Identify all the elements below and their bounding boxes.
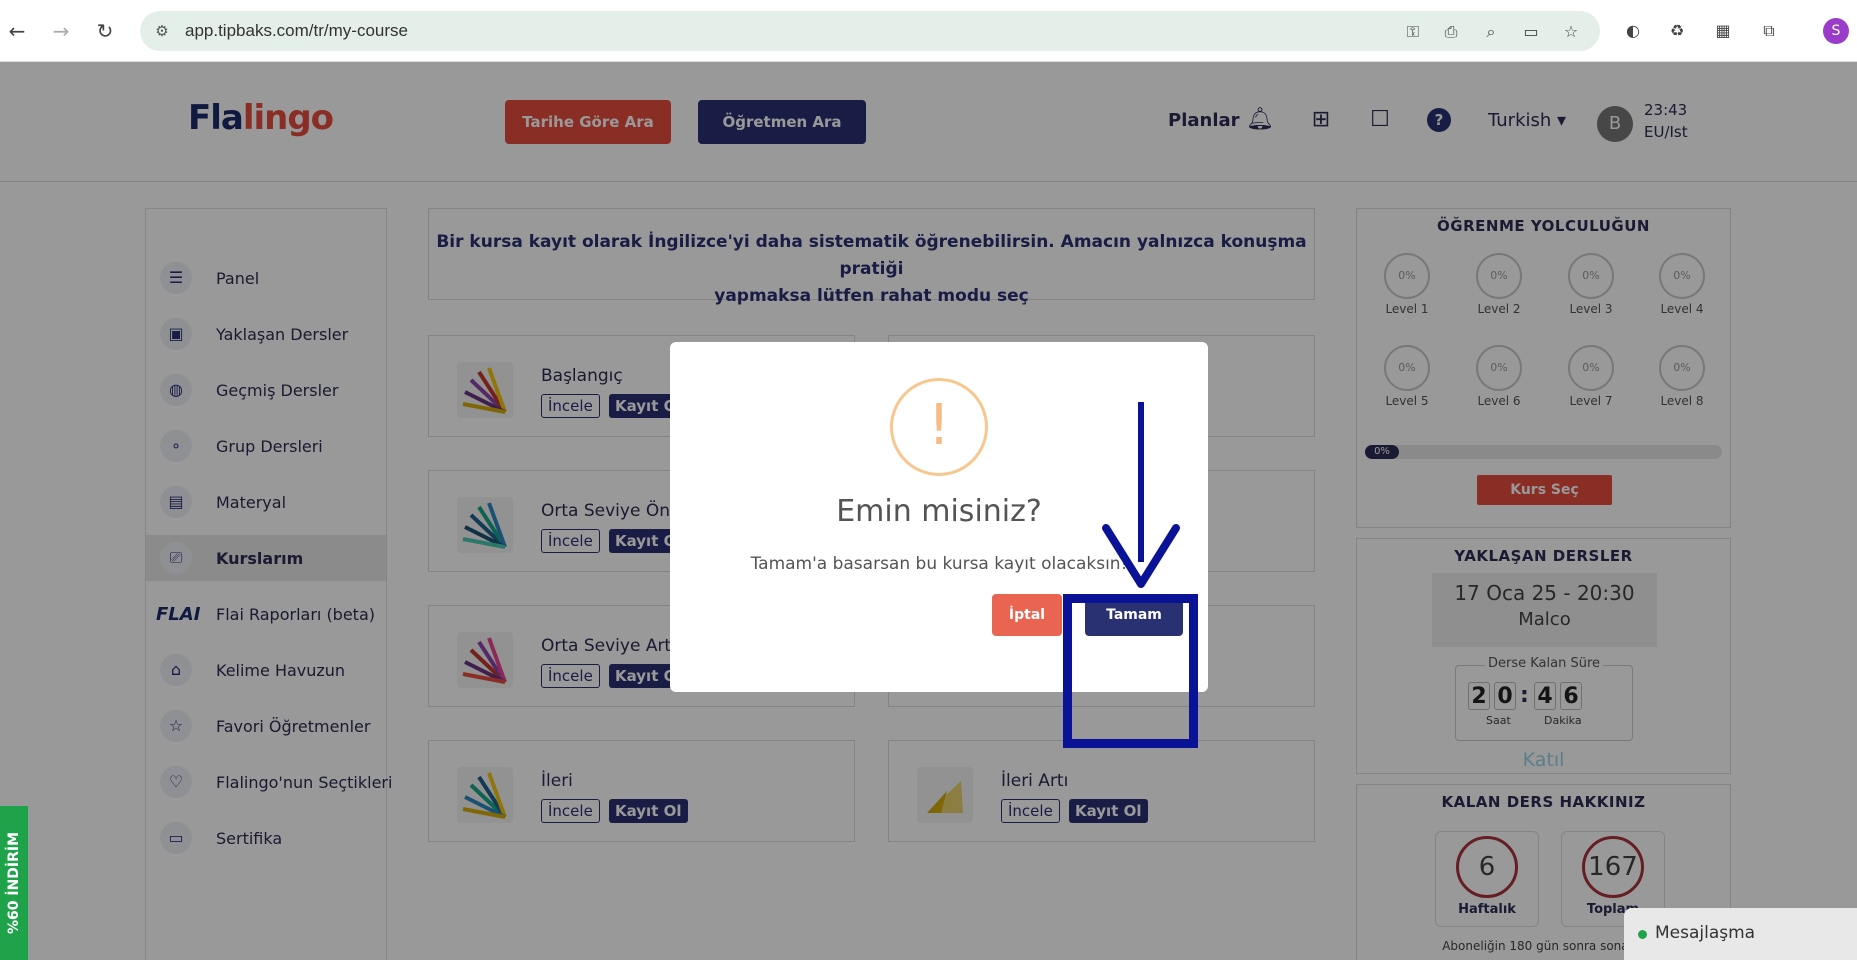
reload-icon[interactable]: ↻: [92, 18, 118, 44]
warning-icon: !: [890, 378, 988, 476]
forward-icon[interactable]: →: [48, 18, 74, 44]
bookmark-star-icon[interactable]: ☆: [1560, 21, 1582, 43]
card-icon[interactable]: ▭: [1520, 21, 1542, 43]
back-icon[interactable]: ←: [4, 18, 30, 44]
install-app-icon[interactable]: ⎙: [1440, 21, 1462, 43]
page: Flalingo Tarihe Göre Ara Öğretmen Ara Pl…: [0, 62, 1857, 960]
key-icon[interactable]: ⚿: [1402, 21, 1424, 43]
online-status-icon: [1638, 930, 1647, 939]
recycle-icon[interactable]: ♻: [1666, 20, 1688, 42]
puzzle-icon[interactable]: ⧉: [1758, 20, 1780, 42]
highlight-box: [1063, 594, 1198, 748]
discount-tab[interactable]: %60 İNDİRİM: [0, 806, 28, 960]
zoom-icon[interactable]: ⌕: [1480, 21, 1502, 43]
cancel-button[interactable]: İptal: [992, 594, 1062, 636]
browser-toolbar: ← → ↻ ⚙ app.tipbaks.com/tr/my-course ⚿ ⎙…: [0, 0, 1857, 62]
profile-avatar[interactable]: S: [1823, 18, 1849, 44]
site-info-icon[interactable]: ⚙: [152, 21, 172, 41]
annotation-arrow-head: [1102, 524, 1180, 588]
url-text: app.tipbaks.com/tr/my-course: [185, 21, 408, 40]
qr-icon[interactable]: ▦: [1712, 20, 1734, 42]
chat-label: Mesajlaşma: [1655, 923, 1756, 943]
extension-icon[interactable]: ◐: [1622, 20, 1644, 42]
address-bar[interactable]: ⚙ app.tipbaks.com/tr/my-course ⚿ ⎙ ⌕ ▭ ☆: [140, 11, 1600, 51]
chat-widget[interactable]: Mesajlaşma: [1624, 908, 1857, 960]
